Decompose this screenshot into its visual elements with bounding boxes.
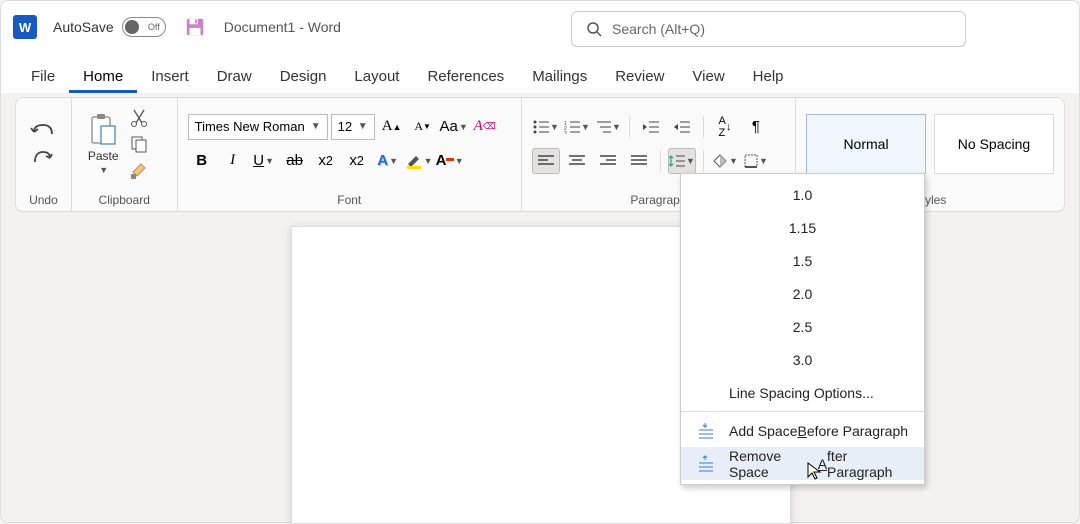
document-title: Document1 - Word: [224, 19, 341, 35]
titlebar: W AutoSave Off Document1 - Word Search (…: [1, 1, 1079, 53]
tab-references[interactable]: References: [413, 60, 518, 93]
align-right-icon[interactable]: [594, 148, 622, 174]
style-normal[interactable]: Normal: [806, 114, 926, 174]
bullets-icon[interactable]: ▼: [532, 114, 560, 140]
menubar: FileHomeInsertDrawDesignLayoutReferences…: [1, 53, 1079, 93]
font-color-icon[interactable]: A▼: [436, 148, 464, 174]
highlight-icon[interactable]: ▼: [405, 148, 433, 174]
tab-mailings[interactable]: Mailings: [518, 60, 601, 93]
line-spacing-menu: 1.01.151.52.02.53.0Line Spacing Options.…: [680, 173, 925, 485]
tab-file[interactable]: File: [17, 60, 69, 93]
spacing-option-1.5[interactable]: 1.5: [681, 244, 924, 277]
bold-button[interactable]: B: [188, 148, 216, 174]
numbering-icon[interactable]: 123▼: [563, 114, 591, 140]
align-left-icon[interactable]: [532, 148, 560, 174]
paste-icon: [88, 113, 118, 147]
italic-button[interactable]: I: [219, 148, 247, 174]
remove-space-after[interactable]: Remove Space After Paragraph: [681, 447, 924, 480]
tab-home[interactable]: Home: [69, 60, 137, 93]
spacing-option-2.0[interactable]: 2.0: [681, 277, 924, 310]
group-label-clipboard: Clipboard: [72, 189, 177, 211]
undo-icon[interactable]: [30, 122, 56, 142]
superscript-button[interactable]: x2: [343, 148, 371, 174]
tab-layout[interactable]: Layout: [340, 60, 413, 93]
search-input[interactable]: Search (Alt+Q): [571, 11, 966, 47]
font-size-combo[interactable]: 12▼: [331, 114, 375, 140]
word-app-icon: W: [13, 15, 37, 39]
borders-icon[interactable]: ▼: [742, 148, 770, 174]
shading-icon[interactable]: ▼: [711, 148, 739, 174]
align-center-icon[interactable]: [563, 148, 591, 174]
search-placeholder: Search (Alt+Q): [612, 21, 705, 37]
style-no-spacing[interactable]: No Spacing: [934, 114, 1054, 174]
tab-review[interactable]: Review: [601, 60, 678, 93]
text-effects-icon[interactable]: A▼: [374, 148, 402, 174]
strike-button[interactable]: ab: [281, 148, 309, 174]
line-spacing-button[interactable]: ▼: [668, 148, 696, 174]
tab-insert[interactable]: Insert: [137, 60, 203, 93]
add-space-before[interactable]: Add Space Before Paragraph: [681, 414, 924, 447]
change-case-icon[interactable]: Aa▼: [440, 114, 468, 140]
copy-icon[interactable]: [129, 134, 149, 154]
underline-button[interactable]: U▼: [250, 148, 278, 174]
tab-design[interactable]: Design: [266, 60, 341, 93]
svg-text:3: 3: [564, 131, 567, 134]
increase-indent-icon[interactable]: [668, 114, 696, 140]
clear-format-icon[interactable]: A⌫: [471, 114, 499, 140]
spacing-option-3.0[interactable]: 3.0: [681, 343, 924, 376]
show-marks-icon[interactable]: ¶: [742, 114, 770, 140]
redo-icon[interactable]: [32, 148, 54, 166]
spacing-option-1.0[interactable]: 1.0: [681, 178, 924, 211]
search-icon: [586, 21, 602, 37]
group-label-font: Font: [178, 189, 521, 211]
multilevel-icon[interactable]: ▼: [594, 114, 622, 140]
autosave-toggle[interactable]: Off: [122, 17, 166, 37]
decrease-indent-icon[interactable]: [637, 114, 665, 140]
grow-font-icon[interactable]: A▲: [378, 114, 406, 140]
spacing-option-2.5[interactable]: 2.5: [681, 310, 924, 343]
line-spacing-options[interactable]: Line Spacing Options...: [681, 376, 924, 409]
shrink-font-icon[interactable]: A▼: [409, 114, 437, 140]
paste-button[interactable]: Paste ▼: [82, 111, 125, 177]
tab-view[interactable]: View: [678, 60, 738, 93]
autosave-state: Off: [148, 22, 160, 32]
autosave-label: AutoSave: [53, 19, 114, 35]
format-painter-icon[interactable]: [129, 160, 149, 180]
tab-help[interactable]: Help: [739, 60, 798, 93]
group-label-undo: Undo: [16, 189, 71, 211]
spacing-option-1.15[interactable]: 1.15: [681, 211, 924, 244]
justify-icon[interactable]: [625, 148, 653, 174]
save-icon[interactable]: [184, 16, 206, 38]
sort-icon[interactable]: AZ↓: [711, 114, 739, 140]
font-name-combo[interactable]: Times New Roman▼: [188, 114, 328, 140]
tab-draw[interactable]: Draw: [203, 60, 266, 93]
cut-icon[interactable]: [129, 108, 149, 128]
subscript-button[interactable]: x2: [312, 148, 340, 174]
